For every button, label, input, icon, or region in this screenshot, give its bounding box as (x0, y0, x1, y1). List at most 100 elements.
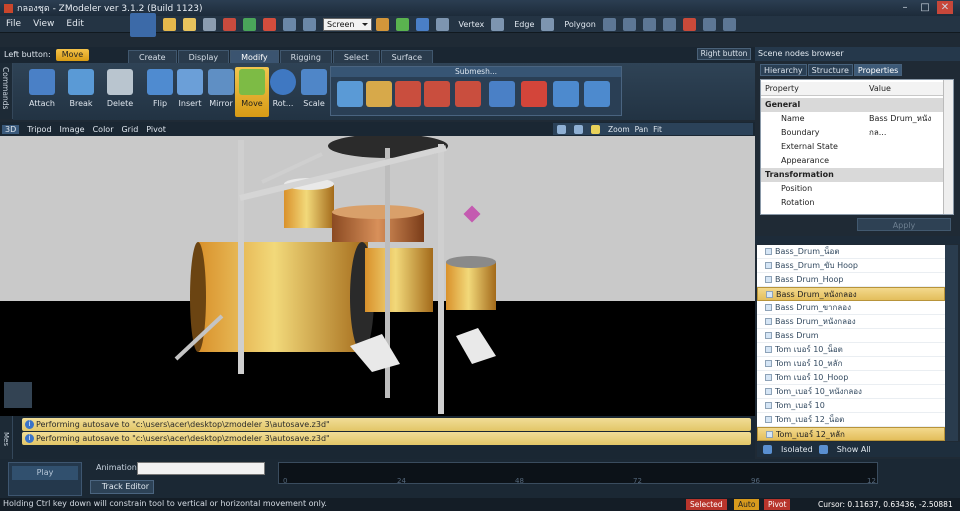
show-all-icon[interactable] (818, 445, 828, 454)
pan-button[interactable]: Pan (635, 125, 649, 134)
options-icon[interactable] (722, 18, 736, 31)
axis-y-icon[interactable] (395, 18, 409, 31)
new-file-icon[interactable] (163, 18, 176, 31)
property-row[interactable]: Appearance (761, 154, 944, 168)
submesh-tool-5-icon[interactable] (455, 81, 481, 107)
list-item[interactable]: Tom_เบอร์ 12_น็อต (757, 413, 945, 427)
visibility-checkbox[interactable] (765, 262, 772, 269)
menu-view[interactable]: View (33, 19, 54, 29)
isolate-icon[interactable] (763, 445, 772, 454)
attach-button[interactable]: Attach (25, 67, 59, 117)
copy-icon[interactable] (283, 18, 296, 31)
apply-button[interactable]: Apply (857, 218, 951, 231)
tab-select[interactable]: Select (332, 50, 380, 63)
tab-surface[interactable]: Surface (380, 50, 434, 63)
light-icon[interactable] (591, 124, 600, 134)
vertex-mode-label[interactable]: Vertex (459, 20, 485, 29)
property-row[interactable]: External State (761, 140, 944, 154)
node-list-scrollbar[interactable] (945, 245, 958, 441)
property-group[interactable]: General (761, 98, 944, 112)
polygon-mode-icon[interactable] (541, 18, 555, 31)
visibility-checkbox[interactable] (765, 248, 772, 255)
edge-mode-label[interactable]: Edge (514, 20, 534, 29)
list-item[interactable]: Tom เบอร์ 10_หลัก (757, 357, 945, 371)
track-editor-button[interactable]: Track Editor (90, 480, 154, 494)
list-item[interactable]: Tom เบอร์ 10_Hoop (757, 371, 945, 385)
break-button[interactable]: Break (64, 67, 98, 117)
list-item[interactable]: Tom เบอร์ 10_น็อต (757, 343, 945, 357)
visibility-checkbox[interactable] (765, 416, 772, 423)
properties-scrollbar[interactable] (943, 80, 953, 214)
redo-icon[interactable] (263, 18, 276, 31)
property-group[interactable]: Transformation (761, 168, 944, 182)
list-item[interactable]: Bass Drum_หนังกลอง (757, 315, 945, 329)
paste-icon[interactable] (303, 18, 316, 31)
color-toggle[interactable]: Color (93, 125, 114, 134)
visibility-checkbox[interactable] (765, 360, 772, 367)
tab-modify[interactable]: Modify (230, 50, 279, 63)
submesh-tool-1-icon[interactable] (337, 81, 363, 107)
pivot-badge[interactable]: Pivot (764, 499, 791, 510)
display-mode-icon[interactable] (557, 124, 566, 134)
list-item[interactable]: Bass Drum (757, 329, 945, 343)
visibility-checkbox[interactable] (765, 318, 772, 325)
list-item[interactable]: Bass_Drum_ขับ Hoop (757, 259, 945, 273)
delete-button[interactable]: Delete (103, 67, 137, 117)
property-row[interactable]: Rotation (761, 196, 944, 210)
auto-badge[interactable]: Auto (734, 499, 760, 510)
right-button-selector[interactable]: Right button (697, 48, 751, 60)
left-button-selector[interactable]: Left button: Move (4, 48, 90, 61)
cut-icon[interactable] (223, 18, 236, 31)
selected-badge[interactable]: Selected (686, 499, 727, 510)
visibility-checkbox[interactable] (765, 276, 772, 283)
list-item[interactable]: Bass Drum_ขากลอง (757, 301, 945, 315)
undo-icon[interactable] (130, 12, 156, 37)
submesh-tool-6-icon[interactable] (489, 81, 515, 107)
pivot-toggle[interactable]: Pivot (146, 125, 166, 134)
visibility-checkbox[interactable] (765, 374, 772, 381)
show-all-button[interactable]: Show All (837, 445, 871, 454)
visibility-checkbox[interactable] (765, 388, 772, 395)
undo-selection-icon[interactable] (682, 18, 696, 31)
tab-structure[interactable]: Structure (807, 64, 853, 76)
submesh-tool-3-icon[interactable] (395, 81, 421, 107)
visibility-checkbox[interactable] (766, 291, 773, 298)
menu-edit[interactable]: Edit (66, 19, 83, 29)
scale-button[interactable]: Scale (297, 67, 331, 117)
rotate-button[interactable]: Rot... (266, 67, 300, 117)
snap-icon[interactable] (702, 18, 716, 31)
visibility-checkbox[interactable] (765, 332, 772, 339)
tab-properties[interactable]: Properties (853, 64, 903, 76)
visibility-checkbox[interactable] (765, 304, 772, 311)
submesh-label[interactable]: Submesh... (331, 67, 621, 77)
flip-button[interactable]: Flip (143, 67, 177, 117)
menu-file[interactable]: File (6, 19, 21, 29)
submesh-tool-2-icon[interactable] (366, 81, 392, 107)
tab-hierarchy[interactable]: Hierarchy (760, 64, 807, 76)
animation-select[interactable] (137, 462, 265, 475)
list-item[interactable]: Tom_เบอร์ 12_หลัก (757, 427, 945, 441)
list-item[interactable]: Tom_เบอร์ 10_หนังกลอง (757, 385, 945, 399)
isolated-button[interactable]: Isolated (781, 445, 813, 454)
visibility-checkbox[interactable] (766, 431, 773, 438)
zoom-button[interactable]: Zoom (608, 125, 630, 134)
add-icon[interactable] (243, 18, 256, 31)
property-row[interactable]: Position (761, 182, 944, 196)
tab-rigging[interactable]: Rigging (279, 50, 332, 63)
tab-create[interactable]: Create (128, 50, 177, 63)
polygon-mode-label[interactable]: Polygon (564, 20, 595, 29)
open-file-icon[interactable] (183, 18, 196, 31)
fit-button[interactable]: Fit (653, 125, 662, 134)
close-button[interactable]: ✕ (937, 1, 953, 14)
tab-display[interactable]: Display (177, 50, 230, 63)
property-row[interactable]: Name Bass Drum_หนังกล... (761, 112, 944, 137)
hide-icon[interactable] (662, 18, 676, 31)
save-icon[interactable] (203, 18, 216, 31)
image-toggle[interactable]: Image (60, 125, 85, 134)
view-mode-3d[interactable]: 3D (2, 124, 20, 134)
property-row[interactable]: Boundary (761, 126, 944, 140)
timeline[interactable]: 0 24 48 72 96 12 (278, 462, 878, 485)
select-none-icon[interactable] (642, 18, 656, 31)
submesh-tool-9-icon[interactable] (584, 81, 610, 107)
move-button[interactable]: Move (235, 67, 269, 117)
